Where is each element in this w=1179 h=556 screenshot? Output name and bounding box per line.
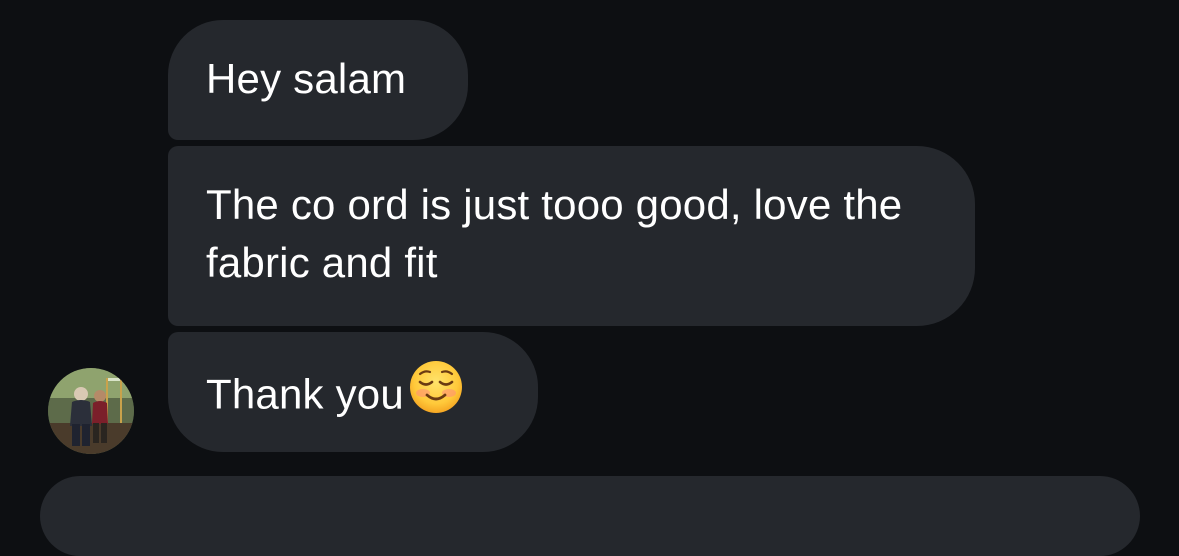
message-bubble[interactable]: Hey salam: [168, 20, 468, 140]
message-input-bar[interactable]: [40, 476, 1140, 556]
message-text: The co ord is just tooo good, love the f…: [206, 181, 903, 286]
message-text: Hey salam: [206, 55, 407, 102]
message-bubble[interactable]: Thank you: [168, 332, 538, 452]
message-bubble[interactable]: The co ord is just tooo good, love the f…: [168, 146, 975, 326]
message-text: Thank you: [206, 370, 404, 418]
profile-photo-icon: [48, 368, 134, 454]
smiling-face-emoji-icon: [408, 359, 464, 430]
avatar[interactable]: [48, 368, 134, 454]
